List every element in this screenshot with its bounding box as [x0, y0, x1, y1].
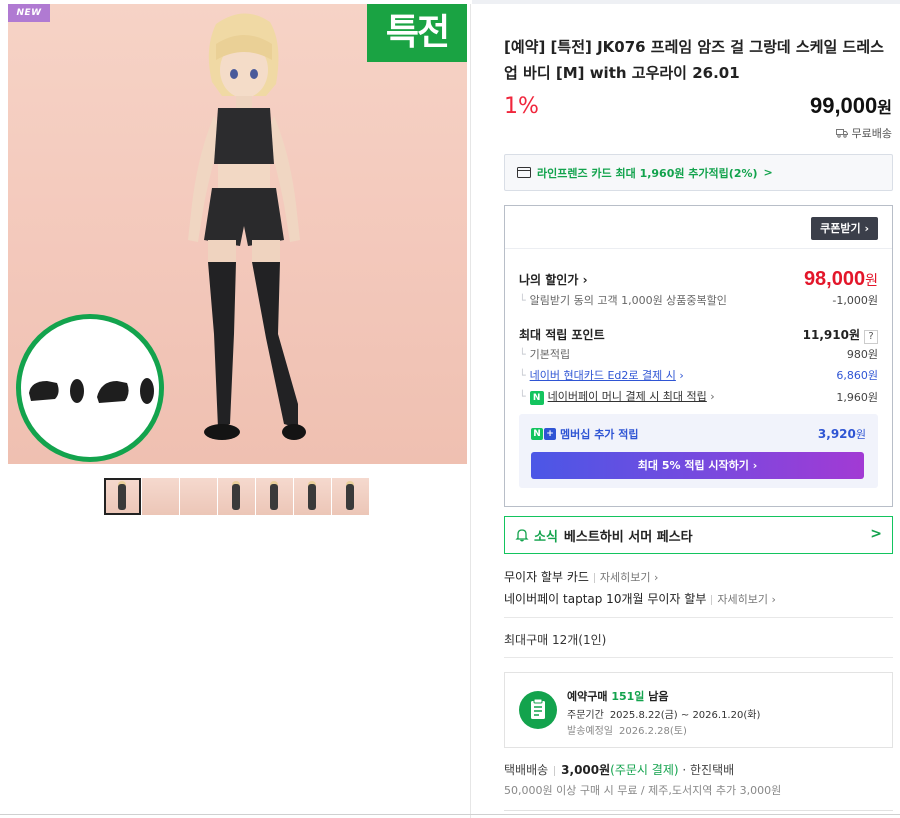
thumbnail-4[interactable]: [218, 478, 255, 515]
shipping-note: 50,000원 이상 구매 시 무료 / 제주,도서지역 추가 3,000원: [504, 784, 782, 797]
shipping-fee-note: (주문시 결제): [610, 763, 679, 777]
card-points-link[interactable]: 네이버 현대카드 Ed2로 결제 시: [530, 369, 676, 382]
installment-label: 무이자 할부 카드: [504, 570, 589, 584]
badge-special: 특전: [367, 4, 467, 62]
credit-card-icon: [517, 167, 531, 178]
basic-points-row: └ 기본적립 980원: [519, 348, 878, 361]
npay-points-link[interactable]: 네이버페이 머니 결제 시 최대 적립: [548, 390, 707, 403]
news-bar[interactable]: 소식 베스트하비 서머 페스타 >: [504, 516, 893, 554]
thumbnail-7[interactable]: [332, 478, 369, 515]
shipping-row: 택배배송 3,000원(주문시 결제) · 한진택배: [504, 761, 734, 778]
installment-more-link[interactable]: 자세히보기 ›: [717, 593, 776, 606]
max-points-label: 최대 적립 포인트: [519, 327, 605, 342]
page-bottom-border: [0, 814, 900, 815]
thumbnail-2[interactable]: [142, 478, 179, 515]
my-price-row[interactable]: 나의 할인가 › 98,000원: [519, 268, 878, 291]
alert-discount-value: -1,000원: [832, 294, 878, 307]
badge-new: NEW: [8, 4, 50, 22]
price-amount: 99,000: [809, 93, 878, 118]
my-price-value: 98,000원: [803, 268, 878, 290]
npay-points-value: 1,960원: [836, 390, 878, 404]
shipping-fee: 3,000원: [561, 763, 611, 777]
clipboard-icon: [519, 691, 557, 729]
installment-more-link[interactable]: 자세히보기 ›: [600, 571, 659, 584]
thumbnail-6[interactable]: [294, 478, 331, 515]
card-promo-bar[interactable]: 라인프렌즈 카드 최대 1,960원 추가적립(2%) >: [504, 154, 893, 191]
order-period: 주문기간 2025.8.22(금) ~ 2026.1.20(화): [567, 710, 761, 721]
coupon-button[interactable]: 쿠폰받기 ›: [811, 217, 878, 240]
membership-label: 멤버십 추가 적립: [560, 428, 639, 441]
shipping-method: 택배배송: [504, 763, 549, 777]
help-icon[interactable]: ?: [864, 330, 878, 344]
free-shipping: 무료배송: [835, 125, 892, 141]
reservation-title: 예약구매 151일 남음: [567, 690, 669, 703]
card-promo-text: 라인프렌즈 카드 최대 1,960원 추가적립(2%): [537, 166, 758, 180]
basic-points-label: 기본적립: [529, 348, 571, 361]
shoes-illustration: [29, 378, 154, 404]
membership-title: N + 멤버십 추가 적립: [531, 426, 639, 442]
thumbnail-strip: [104, 478, 369, 515]
price-unit: 원: [877, 100, 892, 117]
news-tag: 소식: [534, 529, 558, 545]
max-points-row: 최대 적립 포인트 11,910원?: [519, 324, 878, 344]
column-divider: [470, 4, 471, 818]
installment-row-1: 무이자 할부 카드 자세히보기 ›: [504, 568, 658, 585]
membership-amount: 3,920원: [817, 427, 866, 441]
npay-icon: N: [529, 391, 544, 405]
product-title: [예약] [특전] JK076 프레임 암즈 걸 그랑데 스케일 드레스 업 바…: [504, 38, 884, 82]
nplus-icon: N +: [531, 428, 556, 440]
max-points-value: 11,910원: [802, 328, 860, 342]
benefit-panel: 쿠폰받기 › 나의 할인가 › 98,000원 └ 알림받기 동의 고객 1,00…: [504, 205, 893, 507]
truck-icon: [835, 129, 848, 138]
card-points-value: 6,860원: [836, 369, 878, 382]
main-product-image[interactable]: NEW 특전: [8, 4, 467, 464]
reservation-box: 예약구매 151일 남음 주문기간 2025.8.22(금) ~ 2026.1.2…: [504, 672, 893, 748]
basic-points-value: 980원: [846, 348, 878, 361]
bell-icon: [515, 529, 529, 542]
divider: [504, 617, 893, 618]
alert-discount-row: └ 알림받기 동의 고객 1,000원 상품중복할인 -1,000원: [519, 294, 878, 307]
coupon-row: 쿠폰받기 ›: [505, 206, 892, 249]
chevron-right-icon: >: [870, 526, 882, 542]
gallery-column: NEW 특전: [0, 0, 472, 818]
shoes-inset-image: [16, 314, 164, 462]
chevron-right-icon: >: [763, 166, 773, 179]
npay-points-row: └ N 네이버페이 머니 결제 시 최대 적립 › 1,960원: [519, 390, 878, 405]
free-shipping-label: 무료배송: [851, 127, 892, 140]
discount-rate: 1%: [504, 94, 539, 119]
ship-date: 발송예정일 2026.2.28(토): [567, 726, 687, 737]
card-points-row: └ 네이버 현대카드 Ed2로 결제 시 › 6,860원: [519, 369, 878, 382]
max-purchase: 최대구매 12개(1인): [504, 633, 607, 647]
alert-discount-label: 알림받기 동의 고객 1,000원 상품중복할인: [529, 294, 727, 307]
thumbnail-1[interactable]: [104, 478, 141, 515]
news-text: 베스트하비 서머 페스타: [563, 529, 693, 545]
membership-start-button[interactable]: 최대 5% 적립 시작하기 ›: [531, 452, 864, 479]
divider: [504, 657, 893, 658]
thumbnail-3[interactable]: [180, 478, 217, 515]
divider: [504, 810, 893, 811]
installment-label: 네이버페이 taptap 10개월 무이자 할부: [504, 592, 707, 606]
product-price: 99,000원: [810, 93, 892, 119]
reservation-days: 151일: [611, 690, 645, 703]
my-price-label: 나의 할인가 ›: [519, 273, 588, 287]
thumbnail-5[interactable]: [256, 478, 293, 515]
shipping-carrier: · 한진택배: [682, 763, 735, 777]
installment-row-2: 네이버페이 taptap 10개월 무이자 할부 자세히보기 ›: [504, 590, 776, 607]
membership-box: N + 멤버십 추가 적립 3,920원 최대 5% 적립 시작하기 ›: [519, 414, 878, 488]
